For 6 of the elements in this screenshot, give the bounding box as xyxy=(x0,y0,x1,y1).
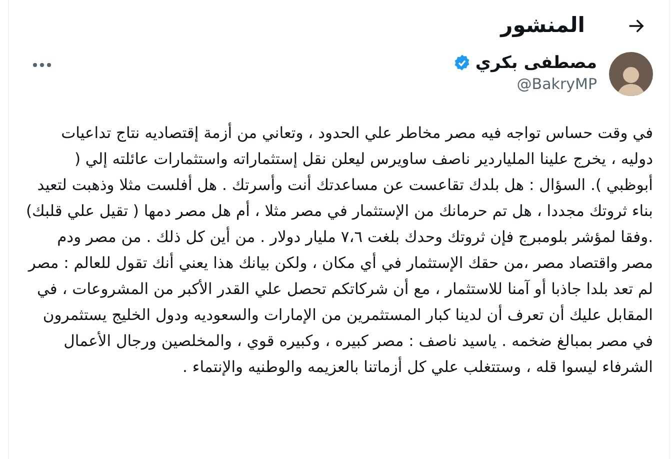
page-title: المنشور xyxy=(500,12,585,40)
post-text: في وقت حساس تواجه فيه مصر مخاطر علي الحدود ، وتعاني من أزمة إقتصاديه نتاج تداعيات دوليه ، يخرج علينا الملياردير ناصف ساويرس ليعلن نقل إستثماراته واستثمارات عائلته إلي ( أبوظبي ). السؤال : هل بلدك تقاعست عن مساعدتك أنت وأسرتك . هل أفلست مثلا وذهبت لتعيد بناء ثروتك مجددا ، هل تم حرمانك من الإستثمار في مصر مثلا ، أم هل مصر دمها ( تقيل علي قلبك) .وفقا لمؤشر بلومبرج فإن ثروتك وحدك بلغت ٧،٦ مليار دولار . من أين كل ذلك . من مصر ودم مصر واقتصاد مصر ،من حقك الإستثمار في أي مكان ، ولكن بيانك هذا يعني أنك تقول للعالم : مصر لم تعد بلدا جاذبا أو آمنا للاستثمار ، مع أن شركاتكم تحصل علي القدر الأكبر من المشروعات ، في المقابل عليك أن تعرف أن لدينا كبار المستثمرين من الإمارات والسعوديه ودول الخليج يستثمرون في مصر بمبالغ ضخمه . ياسيد ناصف : مصر كبيره ، وكبيره قوي ، والمخلصين ورجال الأعمال الشرفاء ليسوا قله ، وستتغلب علي كل أزماتنا بالعزيمه والوطنيه والإنتماء . xyxy=(25,122,653,378)
avatar[interactable] xyxy=(609,52,653,96)
author-handle[interactable]: @BakryMP xyxy=(516,74,597,94)
more-icon xyxy=(33,63,51,67)
author-name[interactable]: مصطفى بكري xyxy=(475,52,597,74)
